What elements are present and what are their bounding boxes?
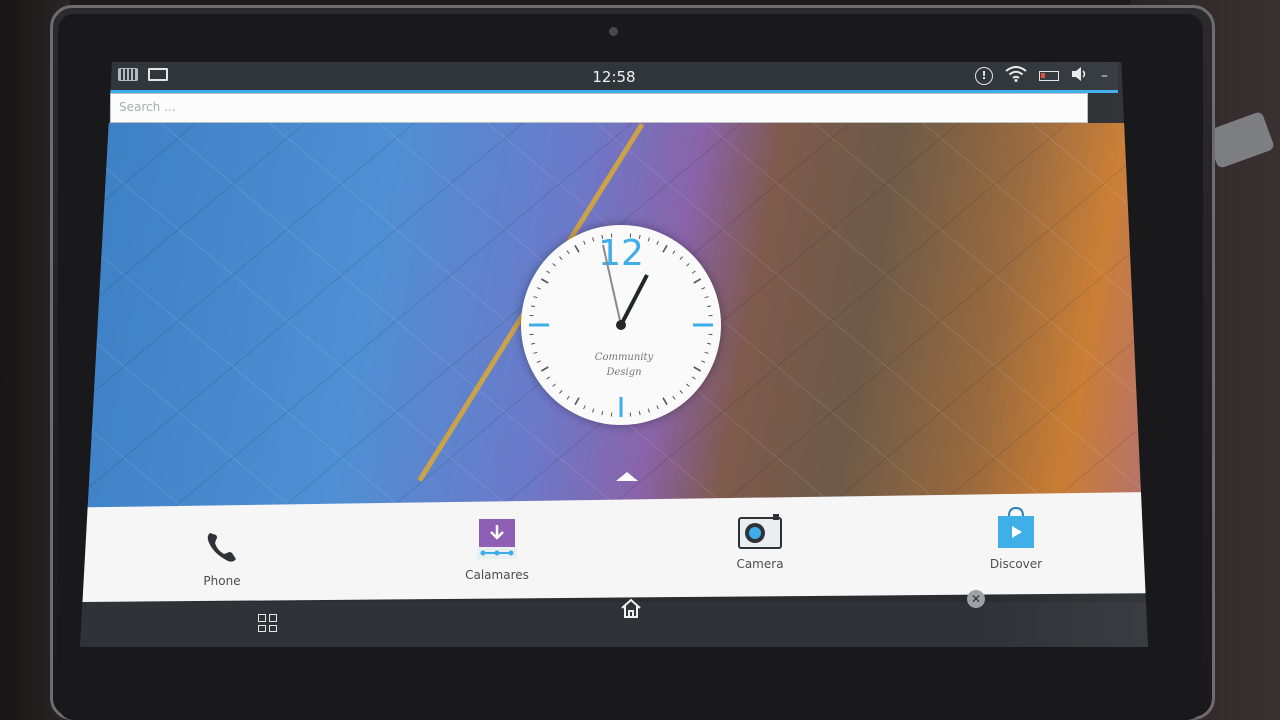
clock-tick (583, 405, 586, 410)
clock-tick (583, 240, 586, 245)
clock-tick (533, 351, 538, 354)
search-placeholder: Search ... (119, 100, 176, 114)
search-field[interactable]: Search ... (110, 93, 1088, 123)
clock-tick (540, 278, 549, 284)
clock-tick (706, 342, 712, 345)
analog-clock-widget[interactable]: 12 Community Design (521, 225, 721, 425)
clock-center (616, 320, 626, 330)
screen-glare (980, 62, 1148, 647)
clock-tick (693, 278, 702, 284)
home-icon[interactable] (620, 598, 642, 622)
clock-tick (686, 383, 690, 387)
status-time: 12:58 (592, 68, 636, 86)
clock-tick (540, 366, 549, 372)
app-grid-icon[interactable] (258, 614, 277, 632)
clock-tick (672, 395, 676, 400)
clock-tick (701, 287, 706, 290)
clock-tick (566, 395, 570, 400)
clock-tick (647, 408, 650, 413)
phone-icon (207, 533, 236, 562)
clock-tick (574, 397, 580, 406)
dock-app-label: Calamares (465, 568, 529, 582)
clock-tick (574, 244, 580, 253)
dock-app-label: Phone (203, 574, 241, 588)
clock-tick (559, 256, 563, 260)
clock-tick (552, 263, 556, 267)
front-camera (609, 27, 618, 36)
clock-tick (704, 296, 709, 299)
tablet-screen: 12:58 ! – Search ... (80, 62, 1148, 647)
calamares-icon (477, 519, 517, 559)
clock-tick (686, 263, 690, 267)
status-bar: 12:58 ! – (110, 62, 1118, 90)
clock-tick (592, 237, 595, 242)
clock-tick (679, 256, 683, 260)
clock-tick (566, 250, 570, 255)
clock-tick (559, 390, 563, 394)
dock-app-calamares[interactable]: Calamares (437, 517, 557, 582)
clock-tick (533, 296, 538, 299)
clock-tick (704, 351, 709, 354)
clock-tick (552, 383, 556, 387)
clock-tick (701, 360, 706, 363)
dock-app-phone[interactable]: Phone (162, 527, 282, 588)
dock-app-label: Camera (736, 557, 784, 571)
clock-tick (691, 376, 696, 380)
camera-icon (738, 514, 782, 549)
clock-tick (647, 237, 650, 242)
clock-tick (530, 342, 536, 345)
clock-face: 12 Community Design (529, 233, 713, 417)
clock-tick (546, 270, 551, 274)
clock-caption-line1: Community (595, 352, 654, 363)
clock-tick (656, 405, 659, 410)
clock-tick (706, 305, 712, 308)
clock-tick (530, 305, 536, 308)
clock-hour-hand (619, 274, 649, 326)
clock-tick (672, 250, 676, 255)
clock-tick (536, 360, 541, 363)
app-drawer-arrow-icon[interactable] (616, 472, 638, 481)
clock-tick (679, 390, 683, 394)
clock-tick (592, 408, 595, 413)
cable (1204, 110, 1276, 170)
clock-tick (656, 240, 659, 245)
clock-caption-line2: Design (605, 367, 641, 378)
clock-tick (536, 287, 541, 290)
clock-tick (662, 244, 668, 253)
clock-tick (638, 410, 641, 416)
clock-tick (691, 270, 696, 274)
dock-app-camera[interactable]: Camera (700, 514, 820, 571)
clock-tick (662, 397, 668, 406)
clock-tick (601, 410, 604, 416)
clock-tick (693, 366, 702, 372)
clock-tick (546, 376, 551, 380)
